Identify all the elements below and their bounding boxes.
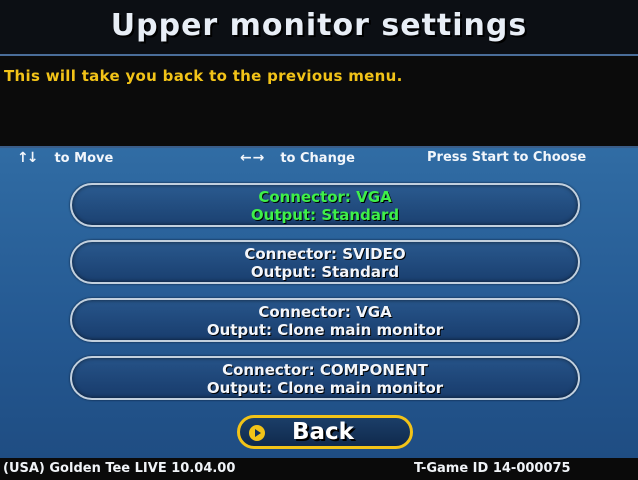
help-move-label: to Move [54,151,114,166]
help-change: ← → to Change [240,150,355,166]
option-svideo-standard[interactable]: Connector: SVIDEO Output: Standard [70,240,580,284]
help-move: ↑↓ to Move [17,150,113,166]
title-bar: Upper monitor settings [0,0,638,56]
play-circle-icon [249,425,265,441]
option-component-clone[interactable]: Connector: COMPONENT Output: Clone main … [70,356,580,400]
option-output: Output: Clone main monitor [206,379,444,397]
game-id-text: T-Game ID 14-000075 [414,461,571,476]
option-output: Output: Clone main monitor [206,321,444,339]
version-text: (USA) Golden Tee LIVE 10.04.00 [3,461,236,476]
back-label: Back [292,419,354,445]
help-start-label: Press Start to Choose [427,150,587,165]
option-vga-clone[interactable]: Connector: VGA Output: Clone main monito… [70,298,580,342]
footer-bar: (USA) Golden Tee LIVE 10.04.00 T-Game ID… [0,458,638,480]
option-vga-standard[interactable]: Connector: VGA Output: Standard [70,183,580,227]
option-output: Output: Standard [250,206,400,224]
option-output: Output: Standard [250,263,400,281]
back-button[interactable]: Back [237,415,413,449]
help-change-label: to Change [280,151,355,166]
up-down-arrows-icon: ↑↓ [17,150,39,166]
description-text: This will take you back to the previous … [4,67,403,85]
page-title: Upper monitor settings [110,8,528,43]
option-connector: Connector: VGA [258,303,392,321]
left-right-arrows-icon: ← → [240,150,264,166]
option-connector: Connector: VGA [258,188,392,206]
option-connector: Connector: COMPONENT [222,361,428,379]
description-panel: This will take you back to the previous … [0,56,638,148]
help-row: ↑↓ to Move ← → to Change Press Start to Ch… [0,150,638,170]
option-connector: Connector: SVIDEO [244,245,406,263]
